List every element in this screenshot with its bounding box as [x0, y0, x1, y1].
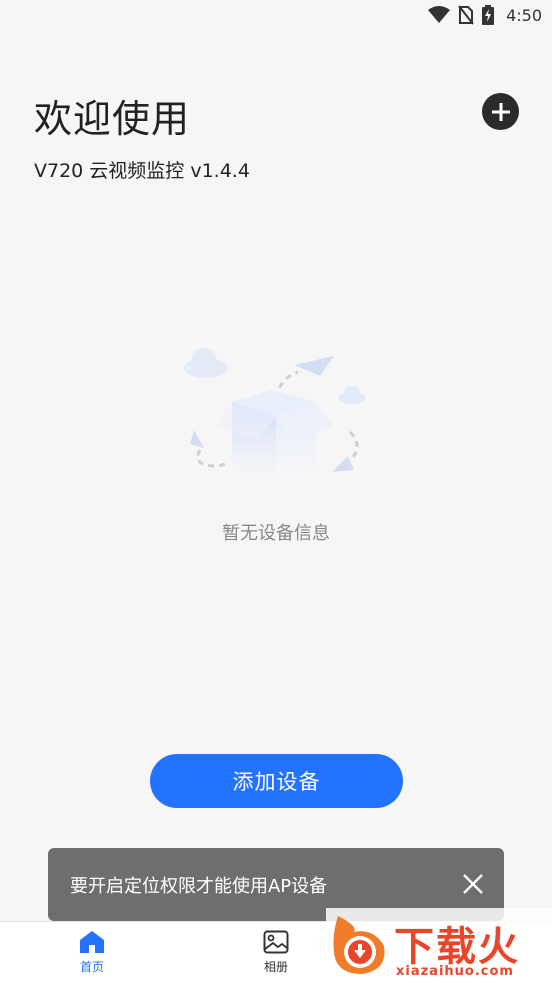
close-icon[interactable]: [462, 873, 484, 895]
tab-home-label: 首页: [79, 960, 104, 974]
add-device-button[interactable]: 添加设备: [150, 754, 403, 808]
no-sim-icon: [458, 5, 474, 25]
battery-charging-icon: [482, 5, 495, 25]
tab-album-label: 相册: [263, 960, 288, 974]
app-version-label: V720 云视频监控 v1.4.4: [34, 160, 250, 182]
toast-message: 要开启定位权限才能使用AP设备: [70, 875, 328, 897]
album-icon: [263, 930, 289, 954]
wifi-icon: [428, 6, 451, 23]
home-icon: [80, 931, 104, 953]
add-device-top-button[interactable]: [482, 93, 519, 130]
status-bar: 4:50: [0, 0, 552, 30]
watermark-url: xiazaihuo.com: [396, 964, 514, 979]
page-title: 欢迎使用: [34, 97, 191, 141]
watermark: 下载火 xiazaihuo.com: [326, 908, 552, 983]
tab-album[interactable]: 相册: [236, 930, 316, 975]
empty-state-message: 暂无设备信息: [222, 523, 330, 544]
flame-logo-icon: [333, 916, 385, 974]
tab-home[interactable]: 首页: [52, 930, 132, 975]
empty-box-illustration: [184, 348, 366, 485]
status-time: 4:50: [506, 5, 542, 25]
plus-icon: [491, 102, 510, 121]
